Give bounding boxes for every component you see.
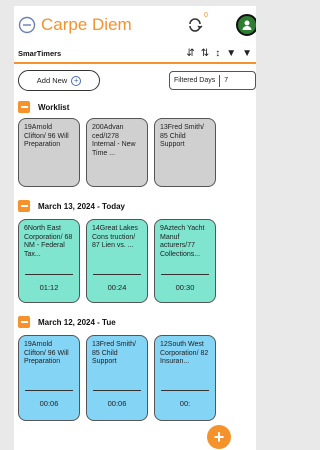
- add-new-button[interactable]: Add New +: [18, 70, 100, 91]
- sort-toggle-icon[interactable]: ↕: [215, 48, 220, 60]
- section-title: March 12, 2024 - Tue: [38, 317, 116, 327]
- smartimers-toolbar: SmarTimers ⇵ ⇅ ↕ ▼ ▼: [14, 44, 256, 64]
- toolbar-icons: ⇵ ⇅ ↕ ▼ ▼: [186, 48, 252, 60]
- section-header-worklist[interactable]: Worklist: [14, 98, 256, 116]
- action-row: Add New + Filtered Days 7: [14, 64, 256, 98]
- collapse-icon[interactable]: [18, 200, 30, 212]
- clear-filter-icon[interactable]: ▼: [242, 48, 252, 60]
- section-header-today[interactable]: March 13, 2024 - Today: [14, 197, 256, 215]
- card-text: 12South West Corporation/ 82 Insuran...: [160, 341, 209, 365]
- sort-desc-icon[interactable]: ⇵: [186, 48, 194, 60]
- card-text: 13Fred Smith/ 85 Child Support: [160, 124, 204, 148]
- timer-card[interactable]: 6North East Corporation/ 68 NM - Federal…: [18, 219, 80, 303]
- timer-card[interactable]: 14Great Lakes Cons truction/ 87 Lien vs.…: [86, 219, 148, 303]
- card-text: 13Fred Smith/ 85 Child Support: [92, 341, 136, 365]
- user-avatar[interactable]: [236, 14, 256, 36]
- filtered-days-field[interactable]: Filtered Days 7: [169, 71, 256, 90]
- card-time: 00:06: [39, 399, 59, 408]
- timer-card[interactable]: 19Arnold Clifton/ 96 Will Preparation: [18, 118, 80, 187]
- sync-count-badge: 0: [204, 12, 208, 19]
- card-text: 19Arnold Clifton/ 96 Will Preparation: [24, 124, 69, 148]
- section-header-march-12[interactable]: March 12, 2024 - Tue: [14, 313, 256, 331]
- section-title: SmarTimers: [18, 48, 62, 58]
- card-divider: [25, 390, 73, 391]
- clock-logo-icon: [18, 16, 36, 34]
- card-divider: [161, 390, 209, 391]
- card-divider: [93, 274, 141, 275]
- add-new-label: Add New: [36, 76, 68, 85]
- filtered-days-label: Filtered Days: [174, 77, 216, 84]
- card-divider: [161, 274, 209, 275]
- collapse-icon[interactable]: [18, 316, 30, 328]
- top-bar: Carpe Diem 0: [14, 6, 256, 44]
- worklist-cards: 19Arnold Clifton/ 96 Will Preparation 20…: [14, 118, 256, 187]
- collapse-icon[interactable]: [18, 101, 30, 113]
- divider: [219, 74, 221, 87]
- card-divider: [93, 390, 141, 391]
- card-time: 00:06: [107, 399, 127, 408]
- march-12-cards: 19Arnold Clifton/ 96 Will Preparation 00…: [14, 335, 256, 421]
- app-title: Carpe Diem: [41, 15, 132, 34]
- section-title: Worklist: [38, 102, 70, 112]
- card-text: 19Arnold Clifton/ 96 Will Preparation: [24, 341, 69, 365]
- sort-asc-icon[interactable]: ⇅: [201, 48, 209, 60]
- timer-card[interactable]: 12South West Corporation/ 82 Insuran... …: [154, 335, 216, 421]
- timer-card[interactable]: 19Arnold Clifton/ 96 Will Preparation 00…: [18, 335, 80, 421]
- card-time: 00:30: [175, 283, 195, 292]
- sync-icon[interactable]: [187, 17, 203, 33]
- card-text: 200Advan ced/I278 Internal - New Time ..…: [92, 124, 136, 157]
- filtered-days-value: 7: [224, 77, 229, 84]
- card-text: 9Aztech Yacht Manuf acturers/77 Collecti…: [160, 225, 205, 258]
- card-time: 00:: [179, 399, 191, 408]
- plus-circle-icon: +: [71, 75, 82, 86]
- section-title: March 13, 2024 - Today: [38, 201, 125, 211]
- add-fab-button[interactable]: +: [207, 425, 231, 449]
- card-text: 6North East Corporation/ 68 NM - Federal…: [24, 225, 73, 258]
- timer-card[interactable]: 13Fred Smith/ 85 Child Support 00:06: [86, 335, 148, 421]
- card-text: 14Great Lakes Cons truction/ 87 Lien vs.…: [92, 225, 138, 249]
- card-divider: [25, 274, 73, 275]
- app-window: Carpe Diem 0 SmarTimers ⇵ ⇅ ↕ ▼ ▼ Add Ne…: [14, 6, 256, 450]
- timer-card[interactable]: 13Fred Smith/ 85 Child Support: [154, 118, 216, 187]
- timer-card[interactable]: 9Aztech Yacht Manuf acturers/77 Collecti…: [154, 219, 216, 303]
- timer-card[interactable]: 200Advan ced/I278 Internal - New Time ..…: [86, 118, 148, 187]
- filter-icon[interactable]: ▼: [226, 48, 236, 60]
- card-time: 00:24: [107, 283, 127, 292]
- today-cards: 6North East Corporation/ 68 NM - Federal…: [14, 219, 256, 303]
- card-time: 01:12: [39, 283, 59, 292]
- user-icon: [242, 20, 252, 30]
